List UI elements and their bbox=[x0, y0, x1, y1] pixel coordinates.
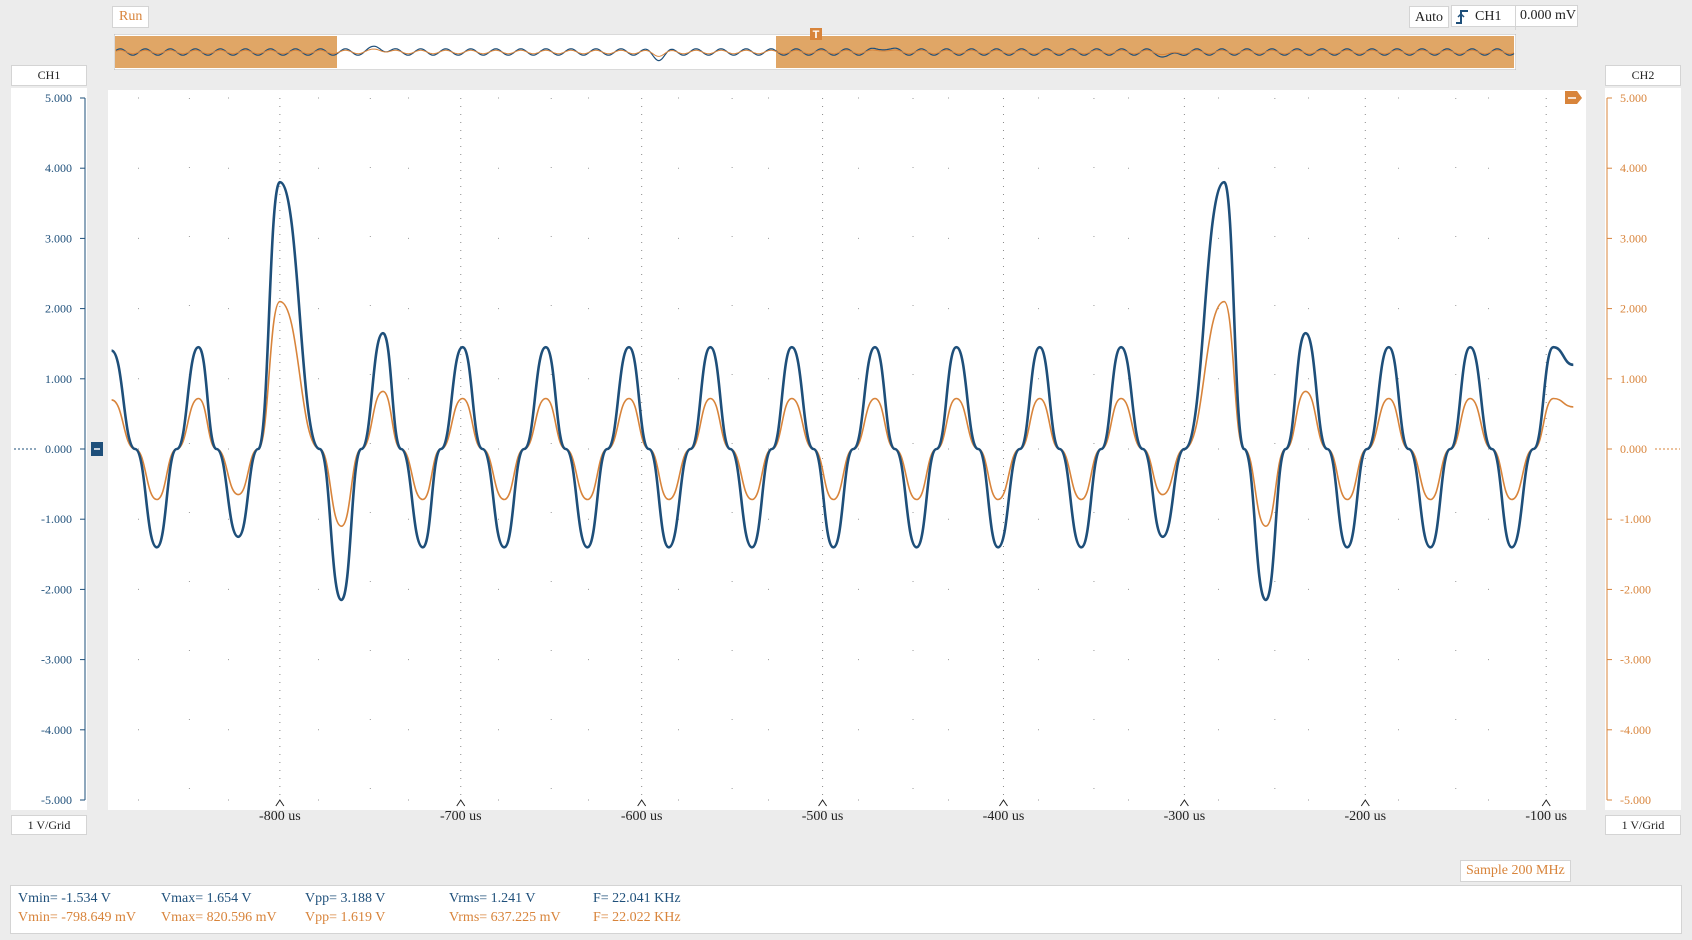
sample-rate-label[interactable]: Sample 200 MHz bbox=[1460, 860, 1571, 882]
rising-edge-icon bbox=[1456, 10, 1468, 24]
ch2-axis-panel bbox=[1605, 88, 1681, 810]
x-tick-label: -600 us bbox=[621, 809, 663, 824]
measurements-panel: Vmin= -1.534 V Vmax= 1.654 V Vpp= 3.188 … bbox=[10, 885, 1682, 934]
ch1-header[interactable]: CH1 bbox=[11, 65, 87, 86]
ch2-vpp: Vpp= 1.619 V bbox=[305, 910, 386, 925]
ch1-axis-panel bbox=[11, 88, 87, 810]
ch2-label: CH2 bbox=[1631, 68, 1655, 82]
ch1-vrms: Vrms= 1.241 V bbox=[449, 891, 536, 906]
run-status-text: Run bbox=[119, 9, 143, 24]
ch2-header[interactable]: CH2 bbox=[1605, 65, 1681, 86]
ch1-scale-button[interactable]: 1 V/Grid bbox=[11, 815, 87, 835]
trigger-mode-text: Auto bbox=[1415, 10, 1443, 25]
sample-rate-text: Sample 200 MHz bbox=[1466, 863, 1565, 878]
ch1-vpp: Vpp= 3.188 V bbox=[305, 891, 386, 906]
trigger-mode-button[interactable]: Auto bbox=[1409, 6, 1449, 28]
waveform-overview[interactable] bbox=[114, 34, 1516, 70]
ch1-scale-text: 1 V/Grid bbox=[27, 818, 71, 832]
ch2-scale-button[interactable]: 1 V/Grid bbox=[1605, 815, 1681, 835]
scope-plot[interactable]: 5.0004.0003.0002.0001.0000.000-1.000-2.0… bbox=[0, 0, 1692, 940]
x-tick-label: -300 us bbox=[1164, 809, 1206, 824]
ch1-frequency: F= 22.041 KHz bbox=[593, 891, 681, 906]
x-tick-label: -400 us bbox=[983, 809, 1025, 824]
ch2-vrms: Vrms= 637.225 mV bbox=[449, 910, 561, 925]
x-tick-label: -700 us bbox=[440, 809, 482, 824]
trigger-source: CH1 bbox=[1475, 9, 1502, 24]
trigger-settings[interactable]: CH1 0.000 mV bbox=[1451, 5, 1580, 30]
run-status-label[interactable]: Run bbox=[112, 6, 150, 28]
x-tick-label: -800 us bbox=[259, 809, 301, 824]
ch1-offset-marker[interactable] bbox=[91, 442, 103, 456]
x-tick-label: -200 us bbox=[1344, 809, 1386, 824]
trigger-level[interactable]: 0.000 mV bbox=[1515, 6, 1580, 30]
ch1-vmax: Vmax= 1.654 V bbox=[161, 891, 252, 906]
plot-area[interactable] bbox=[108, 90, 1586, 810]
ch2-scale-text: 1 V/Grid bbox=[1621, 818, 1665, 832]
x-tick-label: -100 us bbox=[1525, 809, 1567, 824]
ch2-frequency: F= 22.022 KHz bbox=[593, 910, 681, 925]
ch1-vmin: Vmin= -1.534 V bbox=[18, 891, 111, 906]
ch2-vmin: Vmin= -798.649 mV bbox=[18, 910, 136, 925]
ch1-label: CH1 bbox=[37, 68, 61, 82]
x-tick-label: -500 us bbox=[802, 809, 844, 824]
ch2-vmax: Vmax= 820.596 mV bbox=[161, 910, 277, 925]
